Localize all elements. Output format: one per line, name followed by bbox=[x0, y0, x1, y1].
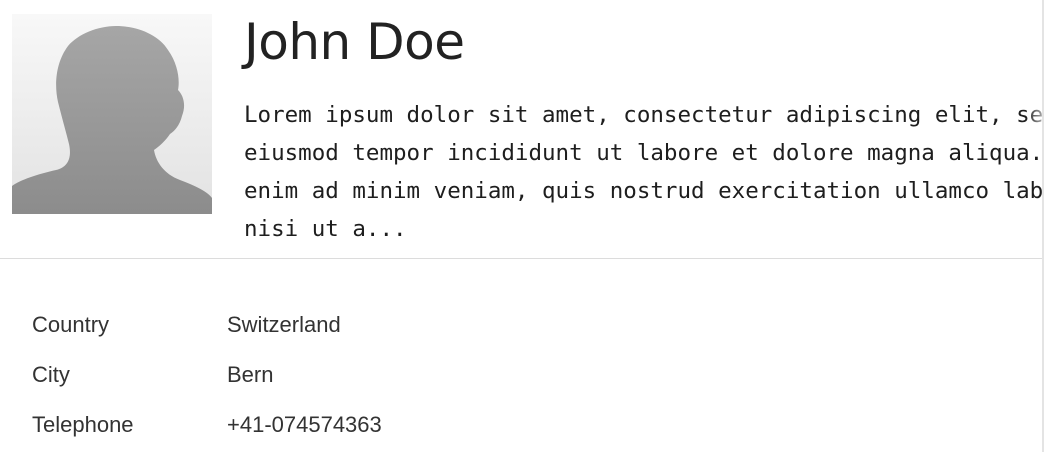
person-silhouette-icon bbox=[12, 26, 212, 214]
avatar bbox=[12, 14, 212, 214]
country-label: Country bbox=[32, 312, 110, 337]
bio-fade-overlay bbox=[1026, 96, 1042, 134]
table-row: Country Switzerland bbox=[32, 306, 382, 356]
bio-line: eiusmod tempor incididunt ut labore et d… bbox=[244, 140, 1044, 166]
details-table: Country Switzerland City Bern Telephone … bbox=[32, 306, 382, 452]
country-value: Switzerland bbox=[227, 312, 341, 337]
telephone-label: Telephone bbox=[32, 412, 134, 437]
telephone-value: +41-074574363 bbox=[227, 412, 382, 437]
city-value: Bern bbox=[227, 362, 274, 387]
city-label: City bbox=[32, 362, 70, 387]
bio-line: nisi ut a... bbox=[244, 216, 407, 242]
profile-name: John Doe bbox=[244, 13, 465, 71]
profile-header: John Doe Lorem ipsum dolor sit amet, con… bbox=[0, 0, 1042, 259]
table-row: City Bern bbox=[32, 356, 382, 406]
bio-line: enim ad minim veniam, quis nostrud exerc… bbox=[244, 178, 1044, 204]
profile-card: John Doe Lorem ipsum dolor sit amet, con… bbox=[0, 0, 1044, 452]
profile-bio: Lorem ipsum dolor sit amet, consectetur … bbox=[244, 96, 1044, 248]
table-row: Telephone +41-074574363 bbox=[32, 406, 382, 452]
bio-line: Lorem ipsum dolor sit amet, consectetur … bbox=[244, 102, 1044, 128]
